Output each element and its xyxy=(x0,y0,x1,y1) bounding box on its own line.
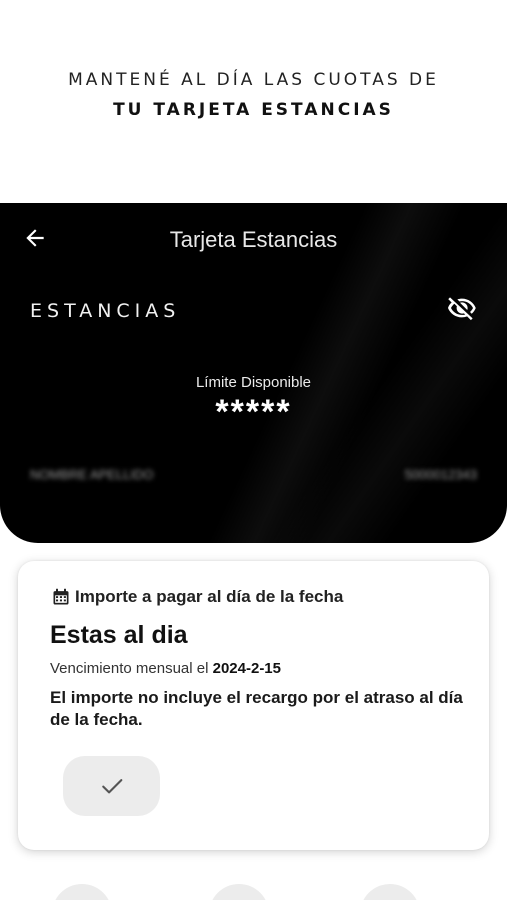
payment-heading-text: Importe a pagar al día de la fecha xyxy=(75,587,344,606)
available-limit-label: Límite Disponible xyxy=(195,374,312,391)
due-date-line: Vencimiento mensual el 2024-2-15 xyxy=(50,660,281,677)
payment-card: Importe a pagar al día de la fecha Estas… xyxy=(18,561,489,850)
card-header: Tarjeta Estancias ESTANCIAS Límite Dispo… xyxy=(0,203,507,543)
promo-line-2: TU TARJETA ESTANCIAS xyxy=(113,100,394,120)
bottom-action-2[interactable] xyxy=(209,884,269,900)
card-shine-decoration xyxy=(0,203,507,543)
check-icon xyxy=(101,779,122,794)
promo-line-1: MANTENÉ AL DÍA LAS CUOTAS DE xyxy=(68,70,439,90)
bottom-action-3[interactable] xyxy=(360,884,420,900)
promo-banner: MANTENÉ AL DÍA LAS CUOTAS DE TU TARJETA … xyxy=(0,70,507,120)
payment-heading: Importe a pagar al día de la fecha xyxy=(51,587,343,607)
brand-logo: ESTANCIAS xyxy=(30,300,181,322)
card-number: 5000012343 xyxy=(404,467,477,482)
confirm-button[interactable] xyxy=(63,756,160,816)
due-date-value: 2024-2-15 xyxy=(212,660,281,677)
payment-note: El importe no incluye el recargo por el … xyxy=(50,688,463,729)
payment-status: Estas al dia xyxy=(50,621,188,649)
available-limit-value: ***** xyxy=(215,393,292,431)
due-date-label: Vencimiento mensual el xyxy=(50,660,209,677)
eye-off-icon[interactable] xyxy=(447,293,477,323)
page-title: Tarjeta Estancias xyxy=(169,227,338,252)
bottom-action-1[interactable] xyxy=(52,884,112,900)
card-holder-name: NOMBRE APELLIDO xyxy=(30,467,154,482)
calendar-icon xyxy=(53,588,69,605)
